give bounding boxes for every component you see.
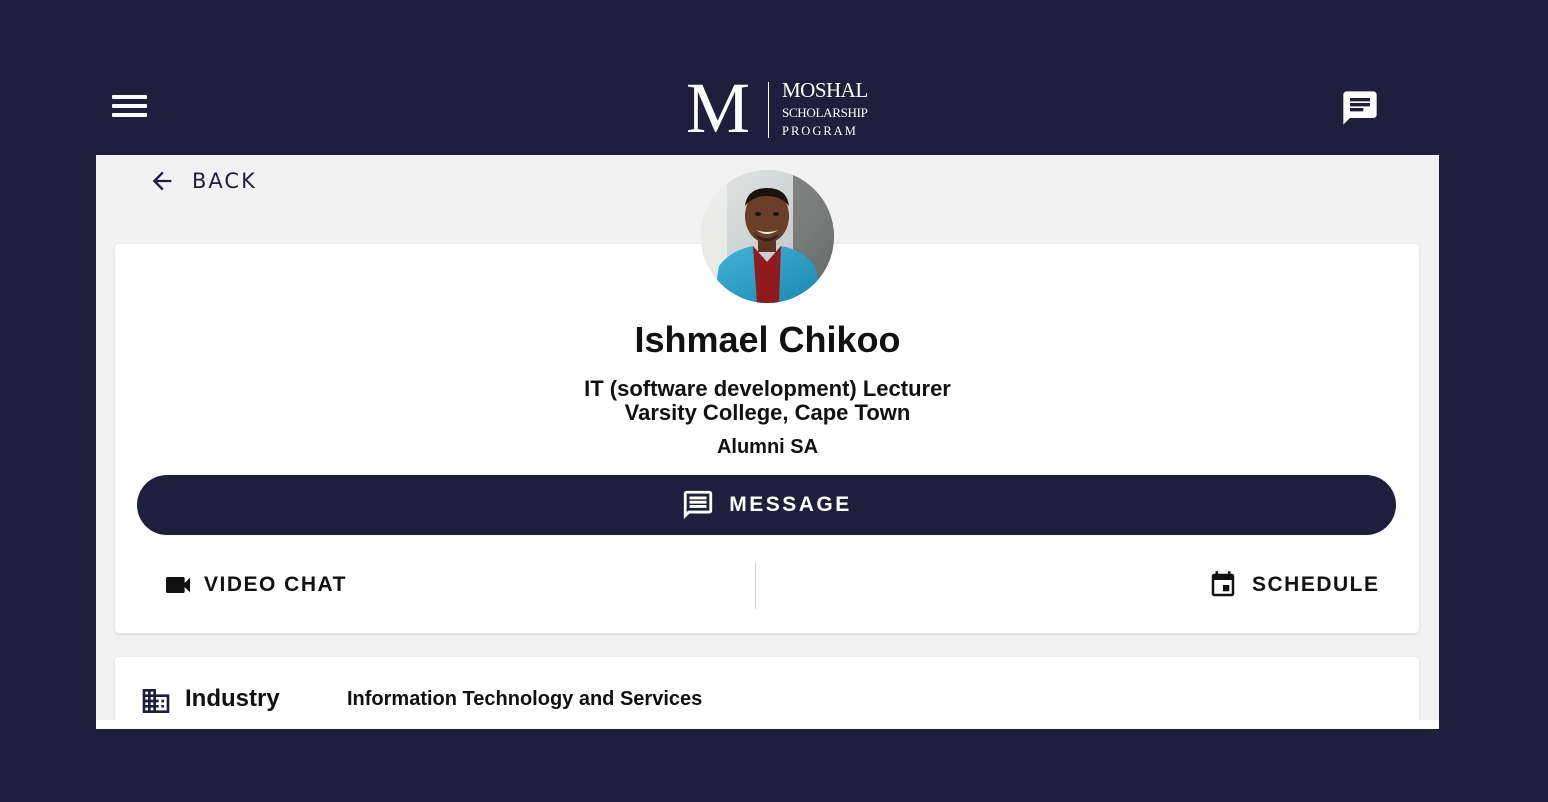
back-label: BACK [192,169,257,193]
avatar [701,170,834,303]
arrow-back-icon [152,171,172,191]
profile-page: BACK Ishmael Chikoo IT (software develop… [96,155,1439,729]
profile-organization: Varsity College, Cape Town [624,400,911,425]
action-divider [755,562,756,609]
logo-line-1: MOSHAL [782,78,868,102]
back-button[interactable]: BACK [148,165,257,197]
profile-role: IT (software development) Lecturer Varsi… [96,377,1439,425]
video-chat-button[interactable]: VIDEO CHAT [162,567,347,603]
message-icon [684,490,713,520]
moshal-logo: M MOSHAL SCHOLARSHIP PROGRAM [686,72,872,144]
calendar-icon [1211,571,1235,597]
schedule-button[interactable]: SCHEDULE [1208,567,1380,603]
schedule-label: SCHEDULE [1252,573,1380,596]
message-label: MESSAGE [729,493,852,516]
profile-title: IT (software development) Lecturer [584,376,951,401]
menu-icon[interactable] [108,89,150,123]
message-button[interactable]: MESSAGE [137,475,1396,535]
industry-label: Industry [185,685,280,712]
profile-name: Ishmael Chikoo [634,319,901,360]
chat-icon[interactable] [1340,88,1380,128]
details-card: Industry Information Technology and Serv… [115,657,1419,729]
videocam-icon [166,577,190,593]
video-chat-label: VIDEO CHAT [204,573,347,596]
logo-divider [768,82,769,138]
business-icon [142,689,170,713]
content-bottom-edge [96,720,1439,729]
top-app-bar: M MOSHAL SCHOLARSHIP PROGRAM [0,0,1548,155]
logo-letter: M [686,68,751,148]
industry-value: Information Technology and Services [347,688,703,710]
logo-line-2: SCHOLARSHIP [782,105,868,120]
profile-group: Alumni SA [716,436,819,458]
logo-line-3: PROGRAM [782,124,858,138]
